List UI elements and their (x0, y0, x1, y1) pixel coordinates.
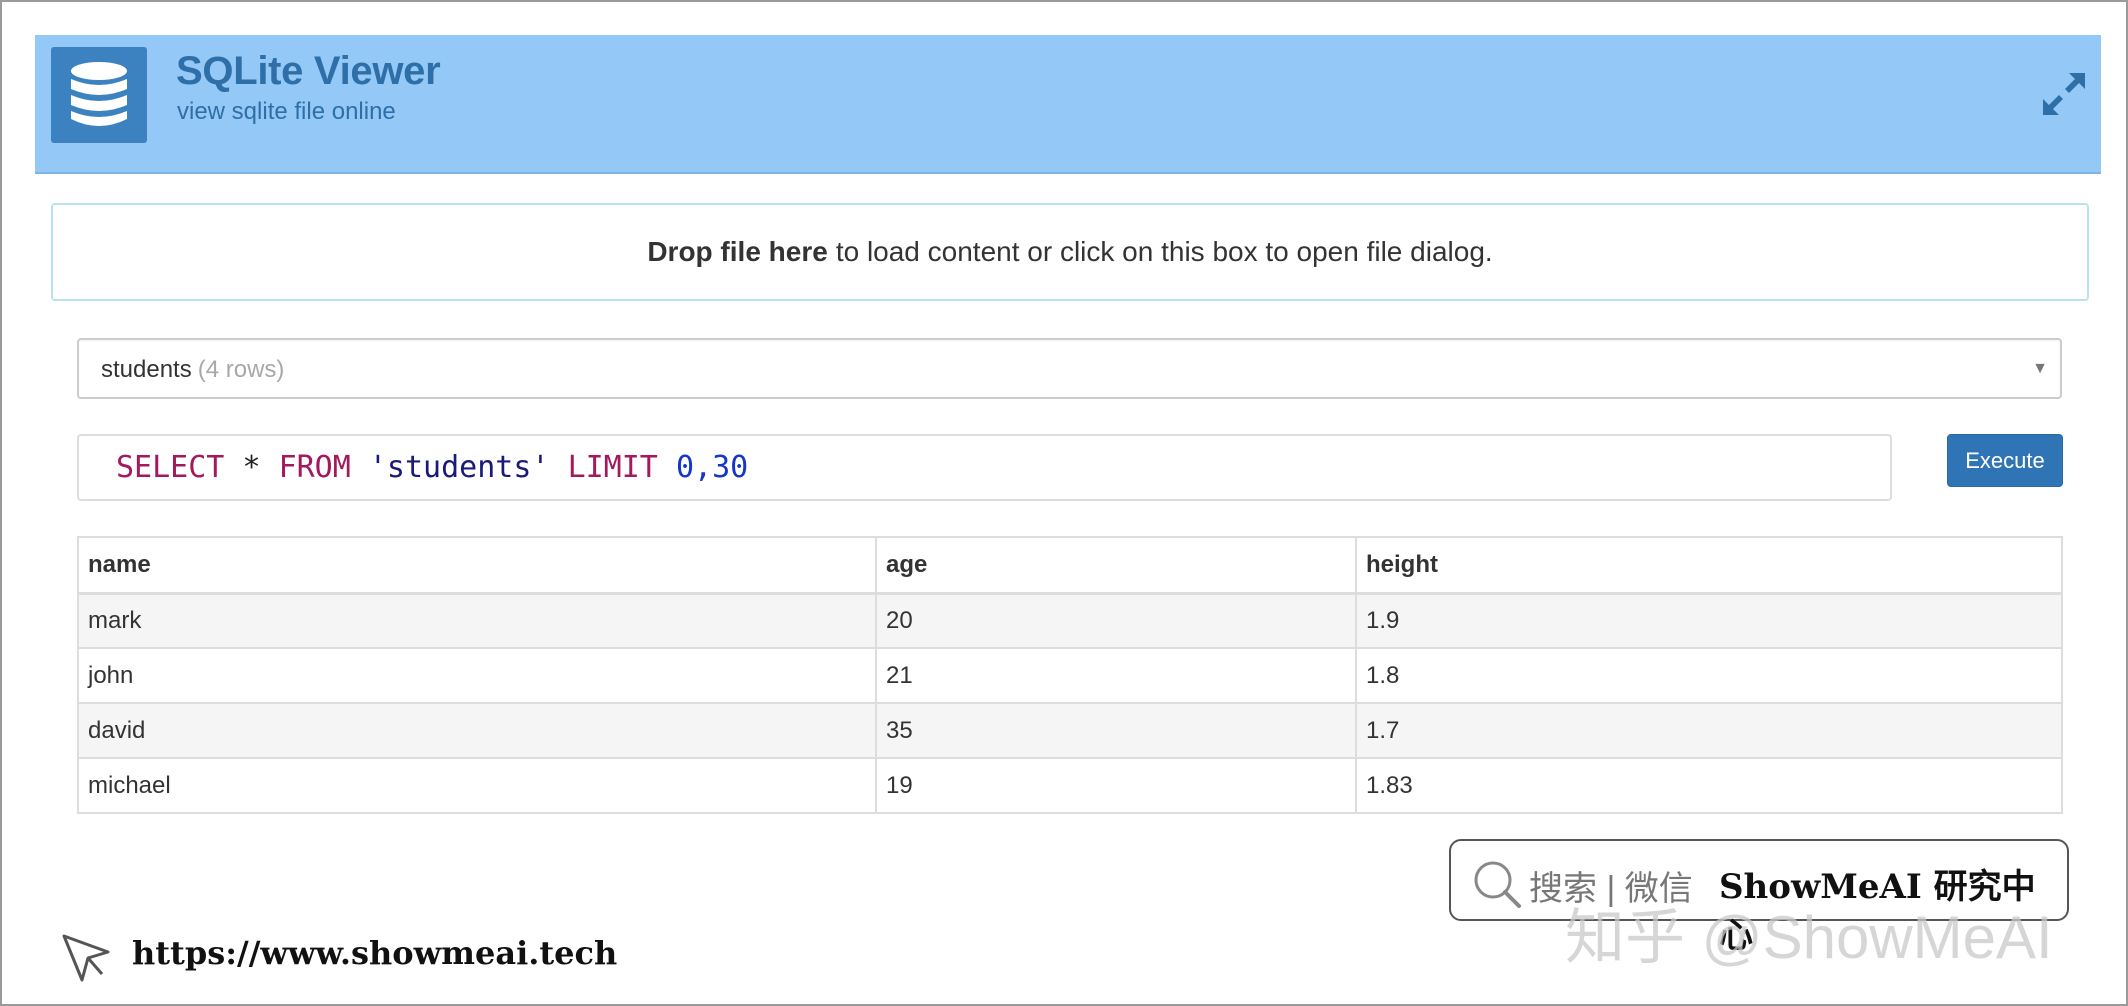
cell-age: 21 (875, 647, 1357, 704)
cell-height: 1.83 (1355, 757, 2063, 814)
table-row: mark 20 1.9 (77, 592, 2063, 649)
footer-url-link[interactable]: https://www.showmeai.tech (132, 934, 617, 972)
table-header-row: name age height (77, 536, 2063, 595)
expand-arrows-icon[interactable] (2039, 69, 2089, 119)
column-header-name[interactable]: name (77, 536, 877, 595)
cell-name: michael (77, 757, 877, 814)
cell-age: 19 (875, 757, 1357, 814)
table-row: david 35 1.7 (77, 702, 2063, 759)
selected-table-row-count: (4 rows) (197, 356, 285, 383)
cell-height: 1.7 (1355, 702, 2063, 759)
cursor-pointer-icon (58, 930, 114, 991)
execute-button[interactable]: Execute (1947, 434, 2063, 487)
file-drop-zone[interactable]: Drop file here to load content or click … (51, 203, 2089, 301)
cell-name: mark (77, 592, 877, 649)
cell-height: 1.9 (1355, 592, 2063, 649)
table-row: john 21 1.8 (77, 647, 2063, 704)
app-subtitle: view sqlite file online (177, 98, 396, 125)
database-icon (51, 47, 147, 143)
drop-zone-text: to load content or click on this box to … (835, 236, 1493, 267)
column-header-height[interactable]: height (1355, 536, 2063, 595)
sql-keyword-select: SELECT (116, 450, 225, 485)
sql-query-editor[interactable]: SELECT * FROM 'students' LIMIT 0,30 (77, 434, 1892, 501)
drop-zone-bold-text: Drop file here (647, 236, 828, 267)
selected-table-name: students (101, 356, 192, 383)
cell-age: 20 (875, 592, 1357, 649)
column-header-age[interactable]: age (875, 536, 1357, 595)
app-window: SQLite Viewer view sqlite file online Dr… (0, 0, 2128, 1006)
chevron-down-icon: ▼ (2032, 360, 2048, 377)
table-selector[interactable]: students (4 rows) ▼ (77, 338, 2062, 399)
sql-keyword-limit: LIMIT (567, 450, 658, 485)
app-header: SQLite Viewer view sqlite file online (35, 35, 2101, 174)
cell-age: 35 (875, 702, 1357, 759)
cell-name: john (77, 647, 877, 704)
sql-limit-offset: 0 (675, 450, 694, 485)
sql-table-string: 'students' (368, 450, 550, 485)
sql-limit-count: 30 (712, 450, 749, 485)
results-table: name age height mark 20 1.9 john 21 1.8 … (77, 536, 2063, 814)
sql-star: * (242, 450, 261, 485)
app-title: SQLite Viewer (176, 49, 441, 93)
table-row: michael 19 1.83 (77, 757, 2063, 814)
table-selector-value: students (4 rows) (101, 356, 284, 384)
cell-height: 1.8 (1355, 647, 2063, 704)
watermark-zhihu: 知乎 @ShowMeAI (1565, 904, 2053, 971)
search-icon (1471, 858, 1523, 915)
sql-keyword-from: FROM (278, 450, 351, 485)
sql-comma: , (694, 450, 713, 485)
cell-name: david (77, 702, 877, 759)
